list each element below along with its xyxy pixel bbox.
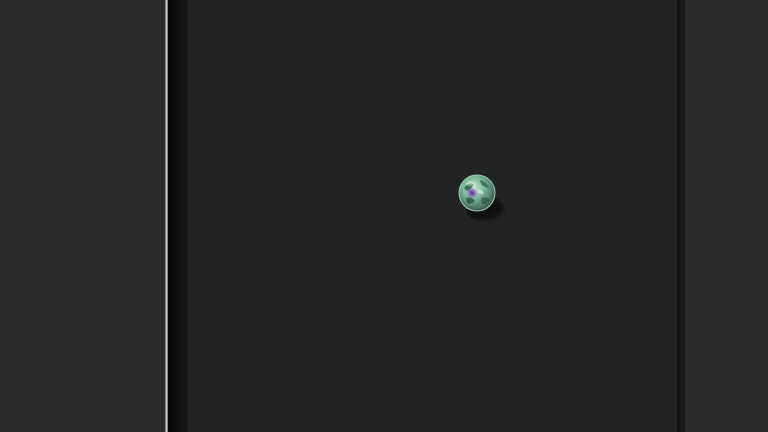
right-side-panel xyxy=(685,0,768,432)
marble-ball-icon[interactable] xyxy=(458,174,496,212)
left-dark-rail xyxy=(168,0,188,432)
game-viewport[interactable] xyxy=(188,0,677,432)
app-screen xyxy=(0,0,768,432)
left-side-panel xyxy=(0,0,165,432)
right-dark-rail xyxy=(677,0,685,432)
